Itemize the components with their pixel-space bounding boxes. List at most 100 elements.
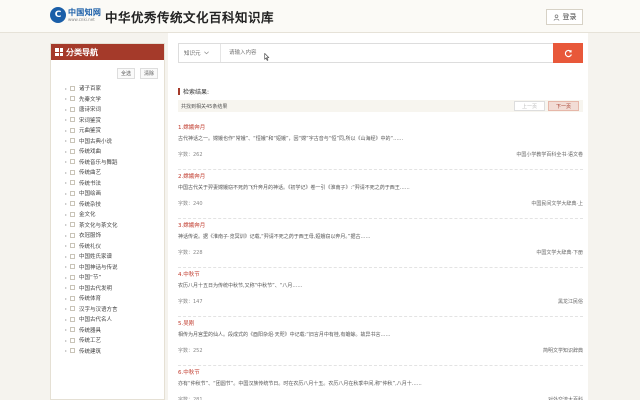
category-item[interactable]: ▸ 金文化: [65, 209, 118, 220]
category-item[interactable]: ▸ 元曲鉴赏: [65, 125, 118, 136]
category-item[interactable]: ▸ 传统戏曲: [65, 146, 118, 157]
category-checkbox[interactable]: [70, 285, 75, 291]
expand-arrow-icon[interactable]: ▸: [65, 159, 68, 164]
result-source[interactable]: 中国小学教学百科全书·语文卷: [516, 151, 583, 158]
clear-button[interactable]: 清除: [140, 68, 159, 79]
category-item[interactable]: ▸ 中国绘画: [65, 188, 118, 199]
search-button[interactable]: [553, 43, 583, 63]
result-source[interactable]: 对外交流大百科: [548, 396, 583, 400]
expand-arrow-icon[interactable]: ▸: [65, 327, 68, 332]
expand-arrow-icon[interactable]: ▸: [65, 233, 68, 238]
category-item[interactable]: ▸ 衣冠服饰: [65, 230, 118, 241]
category-checkbox[interactable]: [70, 201, 75, 207]
category-item[interactable]: ▸ 传统工艺: [65, 335, 118, 346]
category-checkbox[interactable]: [70, 106, 75, 112]
category-checkbox[interactable]: [70, 159, 75, 165]
select-all-button[interactable]: 全选: [117, 68, 136, 79]
prev-page-button[interactable]: 上一页: [513, 101, 545, 111]
category-item[interactable]: ▸ 先秦文学: [65, 94, 118, 105]
result-source[interactable]: 中国文学大辞典·下册: [536, 249, 583, 256]
expand-arrow-icon[interactable]: ▸: [65, 222, 68, 227]
expand-arrow-icon[interactable]: ▸: [65, 264, 68, 269]
result-title-link[interactable]: 6.中秋节: [178, 368, 200, 376]
category-checkbox[interactable]: [70, 148, 75, 154]
expand-arrow-icon[interactable]: ▸: [65, 170, 68, 175]
category-checkbox[interactable]: [70, 222, 75, 228]
category-item[interactable]: ▸ 中国古代名人: [65, 314, 118, 325]
result-title-link[interactable]: 4.中秋节: [178, 270, 200, 278]
category-checkbox[interactable]: [70, 127, 75, 133]
category-item[interactable]: ▸ 中国神话与传说: [65, 262, 118, 273]
expand-arrow-icon[interactable]: ▸: [65, 86, 68, 91]
category-checkbox[interactable]: [70, 169, 75, 175]
expand-arrow-icon[interactable]: ▸: [65, 338, 68, 343]
expand-arrow-icon[interactable]: ▸: [65, 149, 68, 154]
result-title-link[interactable]: 5.吴刚: [178, 319, 194, 327]
category-item[interactable]: ▸ 中国姓氏家谱: [65, 251, 118, 262]
search-field-select[interactable]: 知识元: [179, 44, 221, 62]
cnki-logo[interactable]: C 中国知网 www.cnki.net: [50, 7, 101, 23]
category-item[interactable]: ▸ 传统礼仪: [65, 241, 118, 252]
category-item[interactable]: ▸ 传统体育: [65, 293, 118, 304]
category-checkbox[interactable]: [70, 348, 75, 354]
result-source[interactable]: 简明文学知识辞典: [543, 347, 583, 354]
category-item[interactable]: ▸ 中国“节”: [65, 272, 118, 283]
category-item[interactable]: ▸ 茶文化与茶文化: [65, 220, 118, 231]
category-checkbox[interactable]: [70, 180, 75, 186]
expand-arrow-icon[interactable]: ▸: [65, 275, 68, 280]
category-checkbox[interactable]: [70, 138, 75, 144]
expand-arrow-icon[interactable]: ▸: [65, 296, 68, 301]
result-title-link[interactable]: 1.嫦娥奔月: [178, 123, 205, 131]
category-item[interactable]: ▸ 传统器具: [65, 325, 118, 336]
expand-arrow-icon[interactable]: ▸: [65, 212, 68, 217]
next-page-button[interactable]: 下一页: [547, 101, 579, 111]
category-item[interactable]: ▸ 传统音乐与舞蹈: [65, 157, 118, 168]
login-button[interactable]: 登录: [546, 9, 583, 25]
search-input[interactable]: [221, 44, 553, 62]
category-item[interactable]: ▸ 诸子百家: [65, 83, 118, 94]
category-item[interactable]: ▸ 传统书法: [65, 178, 118, 189]
category-checkbox[interactable]: [70, 117, 75, 123]
expand-arrow-icon[interactable]: ▸: [65, 180, 68, 185]
category-item[interactable]: ▸ 传统曲艺: [65, 167, 118, 178]
expand-arrow-icon[interactable]: ▸: [65, 117, 68, 122]
expand-arrow-icon[interactable]: ▸: [65, 306, 68, 311]
category-checkbox[interactable]: [70, 190, 75, 196]
category-checkbox[interactable]: [70, 232, 75, 238]
result-title-link[interactable]: 3.嫦娥奔月: [178, 221, 205, 229]
expand-arrow-icon[interactable]: ▸: [65, 96, 68, 101]
expand-arrow-icon[interactable]: ▸: [65, 128, 68, 133]
category-item[interactable]: ▸ 汉字与汉语方言: [65, 304, 118, 315]
result-title-link[interactable]: 2.嫦娥奔月: [178, 172, 205, 180]
category-checkbox[interactable]: [70, 274, 75, 280]
category-checkbox[interactable]: [70, 96, 75, 102]
result-source[interactable]: 黑龙江民俗: [558, 298, 583, 305]
expand-arrow-icon[interactable]: ▸: [65, 317, 68, 322]
expand-arrow-icon[interactable]: ▸: [65, 348, 68, 353]
expand-arrow-icon[interactable]: ▸: [65, 191, 68, 196]
category-item[interactable]: ▸ 中国古典小说: [65, 136, 118, 147]
category-checkbox[interactable]: [70, 211, 75, 217]
category-checkbox[interactable]: [70, 264, 75, 270]
category-item[interactable]: ▸ 传统杂技: [65, 199, 118, 210]
result-source[interactable]: 中国民间文学大辞典·上: [531, 200, 583, 207]
category-checkbox[interactable]: [70, 295, 75, 301]
expand-arrow-icon[interactable]: ▸: [65, 285, 68, 290]
expand-arrow-icon[interactable]: ▸: [65, 138, 68, 143]
category-item[interactable]: ▸ 中国古代发明: [65, 283, 118, 294]
expand-arrow-icon[interactable]: ▸: [65, 243, 68, 248]
category-checkbox[interactable]: [70, 253, 75, 259]
category-checkbox[interactable]: [70, 243, 75, 249]
category-checkbox[interactable]: [70, 327, 75, 333]
category-checkbox[interactable]: [70, 316, 75, 322]
expand-arrow-icon[interactable]: ▸: [65, 254, 68, 259]
category-item[interactable]: ▸ 宋词鉴赏: [65, 115, 118, 126]
category-item[interactable]: ▸ 传统建筑: [65, 346, 118, 357]
category-checkbox[interactable]: [70, 306, 75, 312]
expand-arrow-icon[interactable]: ▸: [65, 201, 68, 206]
logo-brand-text: 中国知网: [68, 8, 102, 17]
expand-arrow-icon[interactable]: ▸: [65, 107, 68, 112]
category-item[interactable]: ▸ 唐诗宋词: [65, 104, 118, 115]
category-checkbox[interactable]: [70, 337, 75, 343]
category-checkbox[interactable]: [70, 85, 75, 91]
